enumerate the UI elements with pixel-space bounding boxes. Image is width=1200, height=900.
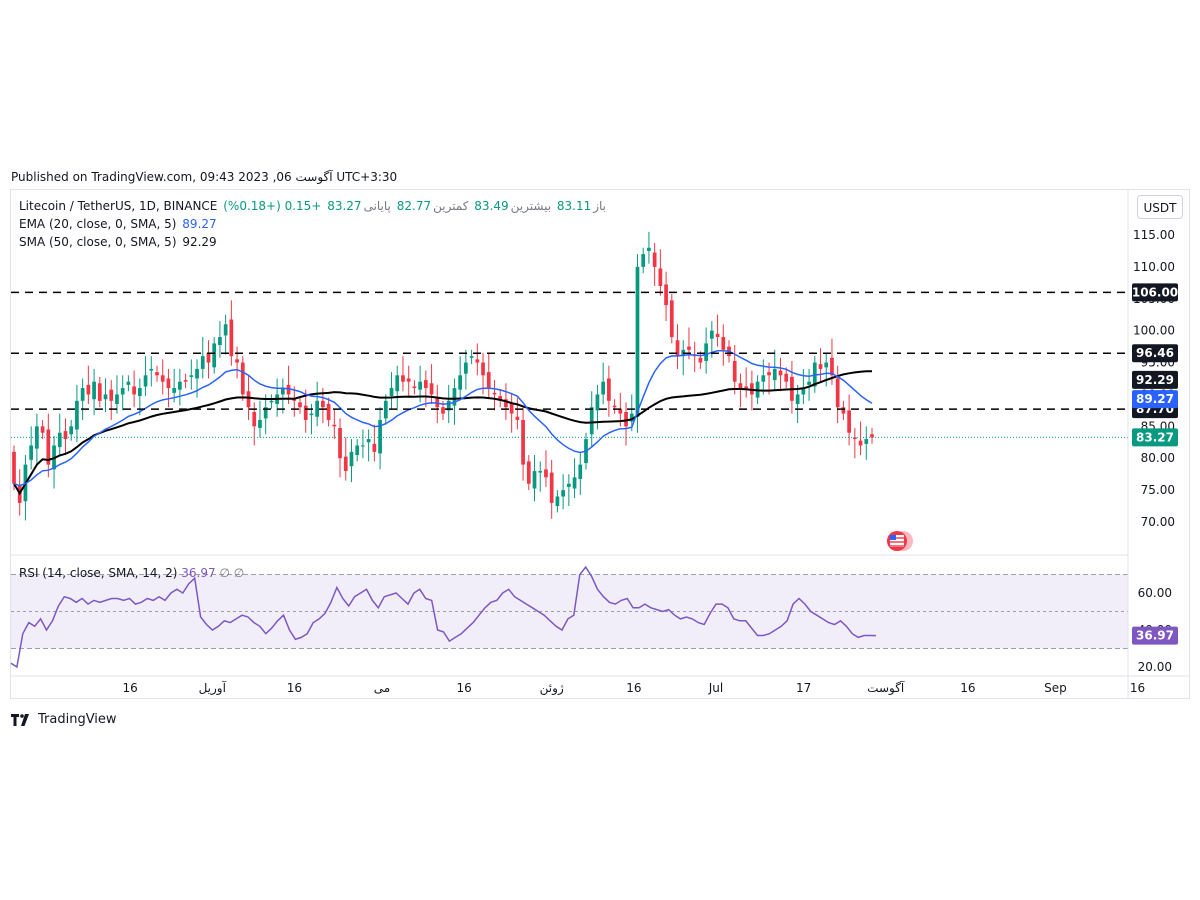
rsi-label: RSI (14, close, SMA, 14, 2) — [19, 566, 178, 580]
low-label: کمترین — [433, 199, 469, 213]
symbol-title[interactable]: Litecoin / TetherUS, 1D, BINANCE — [19, 199, 217, 213]
open-label: باز — [593, 199, 607, 213]
close-value: 83.27 — [327, 199, 362, 213]
close-label: پایانی — [363, 199, 391, 213]
open-value: 83.11 — [556, 199, 592, 213]
ema-value: 89.27 — [182, 217, 217, 231]
tradingview-brand: TradingView — [38, 712, 117, 727]
change-value: +0.15 (+0.18%) — [223, 199, 322, 213]
tradingview-logo-icon — [11, 713, 29, 726]
tradingview-logo: TradingView — [11, 712, 117, 727]
sma-legend[interactable]: SMA (50, close, 0, SMA, 5) 92.29 — [19, 235, 219, 249]
low-value: 82.77 — [396, 199, 432, 213]
rsi-legend[interactable]: RSI (14, close, SMA, 14, 2) 36.97 ∅ ∅ — [19, 566, 244, 580]
high-value: 83.49 — [474, 199, 509, 213]
sma-label: SMA (50, close, 0, SMA, 5) — [19, 235, 177, 249]
high-label: بیشترین — [510, 199, 552, 213]
chart-frame[interactable] — [10, 189, 1190, 699]
ohlc-legend: Litecoin / TetherUS, 1D, BINANCE باز83.1… — [19, 199, 608, 213]
rsi-extra: ∅ ∅ — [219, 566, 245, 580]
sma-value: 92.29 — [182, 235, 217, 249]
published-caption: Published on TradingView.com, 09:43 2023… — [11, 170, 398, 184]
ema-label: EMA (20, close, 0, SMA, 5) — [19, 217, 177, 231]
rsi-value: 36.97 — [181, 566, 216, 580]
currency-button[interactable]: USDT — [1137, 195, 1183, 219]
ema-legend[interactable]: EMA (20, close, 0, SMA, 5) 89.27 — [19, 217, 219, 231]
